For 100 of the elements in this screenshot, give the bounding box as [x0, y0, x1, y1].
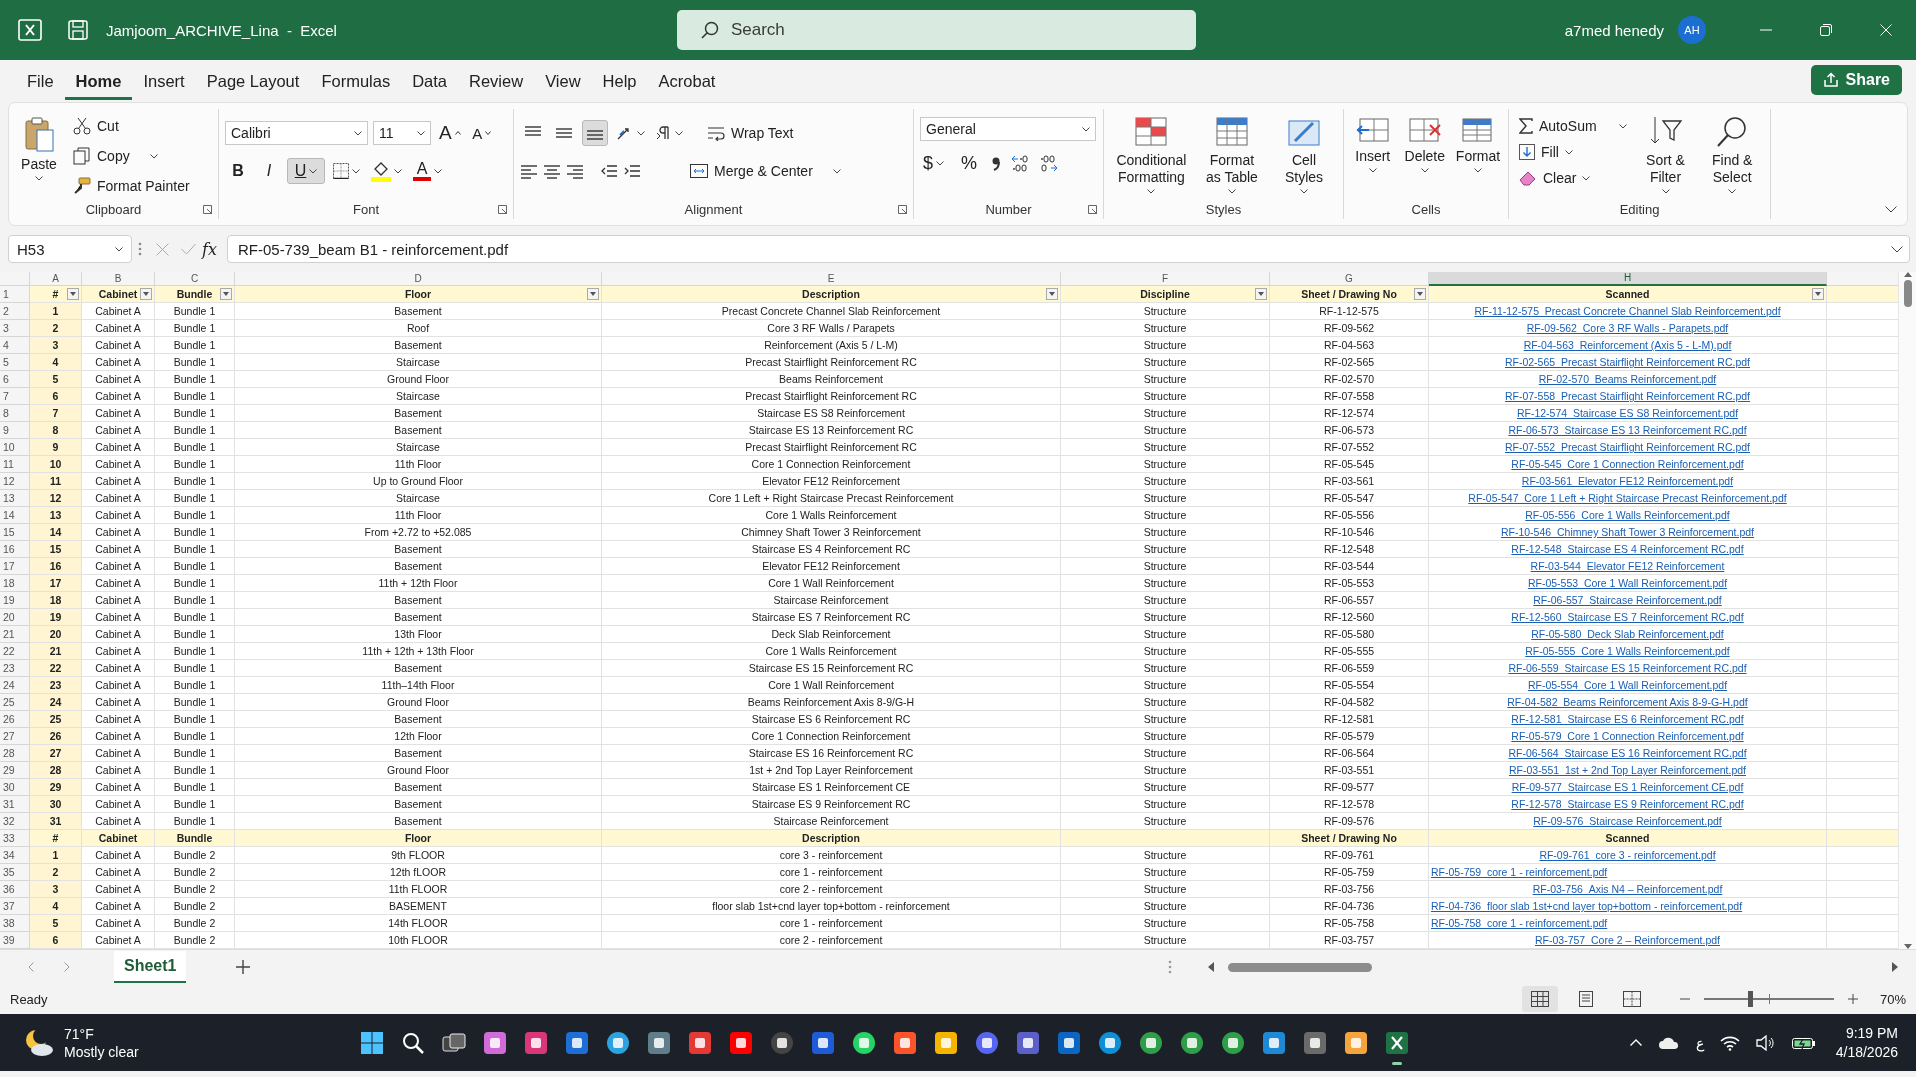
column-header[interactable]: D	[235, 272, 602, 286]
app-icon[interactable]	[1015, 1030, 1040, 1055]
increase-indent-icon[interactable]	[623, 163, 641, 179]
row-header[interactable]: 9	[0, 422, 30, 439]
formula-field[interactable]: RF-05-739_beam B1 - reinforcement.pdf	[226, 235, 1910, 263]
file-link[interactable]: RF-07-552_Precast Stairflight Reinforcement RC.pdf	[1504, 439, 1751, 455]
column-header[interactable]: A	[30, 272, 82, 286]
cells-button[interactable]: Insert	[1350, 113, 1396, 175]
file-link[interactable]: RF-09-577_Staircase ES 1 Reinforcement CE.pdf	[1511, 779, 1744, 795]
dialog-launcher-icon[interactable]	[898, 205, 907, 214]
merge-center-button[interactable]: Merge & Center	[686, 158, 845, 184]
task-view-icon[interactable]	[441, 1031, 466, 1054]
file-link[interactable]: RF-12-574_Staircase ES S8 Reinforcement.pdf	[1516, 405, 1739, 421]
filter-button[interactable]	[1255, 288, 1267, 300]
vertical-align-button[interactable]	[582, 120, 608, 146]
row-header[interactable]: 26	[0, 711, 30, 728]
file-link[interactable]: RF-05-758_core 1 - reinforcement.pdf	[1431, 915, 1608, 931]
app-icon[interactable]	[1302, 1030, 1327, 1055]
align-lines-icon[interactable]	[555, 125, 573, 141]
name-box[interactable]: H53	[8, 235, 132, 263]
app-icon[interactable]	[605, 1030, 630, 1055]
app-icon[interactable]	[892, 1030, 917, 1055]
zoom-slider[interactable]	[1701, 991, 1836, 1007]
dialog-launcher-icon[interactable]	[203, 205, 212, 214]
file-link[interactable]: RF-06-573_Staircase ES 13 Reinforcement RC.pdf	[1508, 422, 1747, 438]
row-header[interactable]: 29	[0, 762, 30, 779]
row-header[interactable]: 34	[0, 847, 30, 864]
row-header[interactable]: 13	[0, 490, 30, 507]
insert-function-button[interactable]: fx	[202, 239, 217, 259]
file-link[interactable]: RF-05-555_Core 1 Walls Reinforcement.pdf	[1525, 643, 1730, 659]
sheet-tab[interactable]: Sheet1	[114, 951, 187, 983]
cells-button[interactable]: Delete	[1401, 113, 1448, 175]
input-language[interactable]: ع	[1695, 1034, 1704, 1051]
editing-button[interactable]: Sort & Filter	[1636, 113, 1695, 196]
font-size-field[interactable]: 11	[373, 121, 431, 145]
row-header[interactable]: 32	[0, 813, 30, 830]
copy-button[interactable]: Copy	[69, 143, 194, 169]
row-header[interactable]: 27	[0, 728, 30, 745]
increase-decimal-icon[interactable]	[1010, 154, 1030, 172]
row-header[interactable]: 37	[0, 898, 30, 915]
file-link[interactable]: RF-03-757_Core 2 – Reinforcement.pdf	[1535, 932, 1720, 948]
row-header[interactable]: 18	[0, 575, 30, 592]
file-link[interactable]: RF-04-582_Beams Reinforcement Axis 8-9-G-H.pdf	[1507, 694, 1748, 710]
filter-button[interactable]	[587, 288, 599, 300]
app-icon[interactable]	[482, 1030, 507, 1055]
row-header[interactable]: 20	[0, 609, 30, 626]
scroll-down-icon[interactable]	[1903, 944, 1912, 949]
column-header[interactable]: H	[1429, 272, 1827, 286]
scrollbar-thumb[interactable]	[1228, 962, 1372, 972]
dialog-launcher-icon[interactable]	[498, 205, 507, 214]
search-field[interactable]: Search	[676, 10, 1196, 50]
font-name-field[interactable]: Calibri	[225, 121, 368, 145]
column-header[interactable]: G	[1270, 272, 1429, 286]
styles-button[interactable]: Conditional Formatting	[1110, 113, 1193, 196]
row-header[interactable]: 8	[0, 405, 30, 422]
filter-button[interactable]	[1812, 288, 1824, 300]
menu-tab[interactable]: Acrobat	[647, 64, 727, 100]
column-header[interactable]: B	[82, 272, 155, 286]
add-sheet-icon[interactable]	[236, 960, 251, 974]
row-header[interactable]: 35	[0, 864, 30, 881]
format-toggle[interactable]: B	[225, 158, 251, 184]
row-header[interactable]: 16	[0, 541, 30, 558]
row-header[interactable]: 5	[0, 354, 30, 371]
align-left-icon[interactable]	[520, 163, 538, 179]
clear-button[interactable]: Clear	[1515, 165, 1631, 191]
file-link[interactable]: RF-05-759_core 1 - reinforcement.pdf	[1431, 864, 1608, 880]
cut-button[interactable]: Cut	[69, 113, 194, 139]
file-link[interactable]: RF-05-556_Core 1 Walls Reinforcement.pdf	[1525, 507, 1730, 523]
file-link[interactable]: RF-12-560_Staircase ES 7 Reinforcement RC.pdf	[1511, 609, 1744, 625]
row-header[interactable]: 4	[0, 337, 30, 354]
font-color-button[interactable]: A	[410, 158, 445, 184]
menu-tab[interactable]: Help	[591, 64, 648, 100]
scroll-right-icon[interactable]	[1892, 962, 1898, 972]
share-button[interactable]: Share	[1810, 65, 1902, 95]
app-icon[interactable]	[646, 1030, 671, 1055]
speaker-icon[interactable]	[1755, 1034, 1776, 1051]
app-icon[interactable]	[1343, 1030, 1368, 1055]
row-header[interactable]: 6	[0, 371, 30, 388]
row-header[interactable]: 17	[0, 558, 30, 575]
currency-button[interactable]: $	[920, 150, 947, 176]
grow-font-button[interactable]: A	[436, 120, 464, 146]
menu-tab[interactable]: File	[16, 64, 65, 100]
menu-tab[interactable]: Data	[401, 64, 458, 100]
row-header[interactable]: 23	[0, 660, 30, 677]
file-link[interactable]: RF-03-561_Elevator FE12 Reinforcement.pdf	[1521, 473, 1734, 489]
file-link[interactable]: RF-07-558_Precast Stairflight Reinforcement RC.pdf	[1504, 388, 1751, 404]
search-icon[interactable]	[401, 1031, 424, 1054]
decrease-decimal-icon[interactable]	[1039, 154, 1059, 172]
row-header[interactable]: 24	[0, 677, 30, 694]
shrink-font-button[interactable]: A	[468, 120, 495, 146]
spreadsheet-app-icon[interactable]	[1384, 1030, 1409, 1055]
column-header[interactable]: E	[602, 272, 1061, 286]
comma-style-icon[interactable]	[991, 155, 1001, 171]
start-icon[interactable]	[359, 1030, 384, 1055]
row-header[interactable]: 10	[0, 439, 30, 456]
user-avatar[interactable]: AH	[1678, 16, 1706, 44]
column-header[interactable]: C	[155, 272, 235, 286]
menu-tab[interactable]: View	[534, 64, 592, 100]
file-link[interactable]: RF-05-579_Core 1 Connection Reinforcement.pdf	[1511, 728, 1744, 744]
app-icon[interactable]	[1179, 1030, 1204, 1055]
